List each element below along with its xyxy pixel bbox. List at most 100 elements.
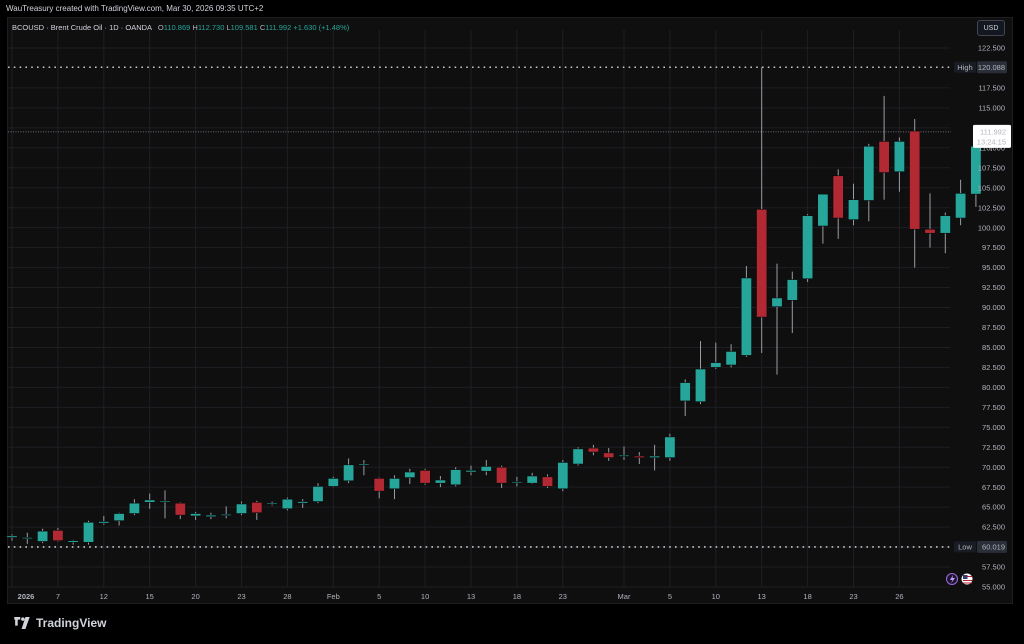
candle-body-up xyxy=(190,513,202,517)
x-tick-label: 10 xyxy=(421,592,429,601)
candle[interactable] xyxy=(373,477,385,499)
candle[interactable] xyxy=(878,95,890,200)
candle[interactable] xyxy=(220,506,232,519)
candle[interactable] xyxy=(970,143,982,207)
brand[interactable]: TradingView xyxy=(14,616,106,630)
candle[interactable] xyxy=(740,265,752,358)
candle[interactable] xyxy=(343,458,355,484)
candle[interactable] xyxy=(37,528,49,544)
candle[interactable] xyxy=(557,460,569,492)
candle[interactable] xyxy=(144,493,156,509)
candle-body-up xyxy=(955,193,967,219)
candle[interactable] xyxy=(618,446,630,461)
x-tick-label: 5 xyxy=(668,592,672,601)
candle[interactable] xyxy=(694,341,706,405)
y-tick-label: 87.500 xyxy=(982,323,1005,332)
candle[interactable] xyxy=(159,490,171,519)
candle[interactable] xyxy=(587,444,599,456)
candle[interactable] xyxy=(863,143,875,222)
candle-body-up xyxy=(649,455,661,458)
candle[interactable] xyxy=(832,169,844,239)
candle[interactable] xyxy=(205,512,217,520)
price-chart[interactable]: 55.00057.50060.00062.50065.00067.50070.0… xyxy=(0,0,1024,604)
candle[interactable] xyxy=(174,502,186,520)
y-tick-label: 102.500 xyxy=(978,203,1005,212)
y-tick-label: 67.500 xyxy=(982,483,1005,492)
candle-body-up xyxy=(817,193,829,227)
x-tick-label: 12 xyxy=(100,592,108,601)
candle[interactable] xyxy=(281,497,293,511)
candle[interactable] xyxy=(572,447,584,466)
candle[interactable] xyxy=(511,476,523,487)
y-tick-label: 95.000 xyxy=(982,263,1005,272)
x-tick-label: Mar xyxy=(618,592,631,601)
candle[interactable] xyxy=(649,444,661,471)
x-tick-label: 23 xyxy=(849,592,857,601)
candle[interactable] xyxy=(817,193,829,244)
candle[interactable] xyxy=(679,379,691,417)
candle[interactable] xyxy=(419,468,431,485)
x-tick-label: 20 xyxy=(191,592,199,601)
candle-body-up xyxy=(343,464,355,482)
candle[interactable] xyxy=(771,263,783,375)
low-marker-tag-label: Low xyxy=(958,543,972,552)
candle[interactable] xyxy=(190,511,202,520)
candle[interactable] xyxy=(603,448,615,461)
candle[interactable] xyxy=(6,534,18,541)
candle-body-down xyxy=(174,502,186,516)
x-tick-label: 13 xyxy=(758,592,766,601)
candle[interactable] xyxy=(266,501,278,506)
candle[interactable] xyxy=(327,476,339,488)
candle-body-up xyxy=(6,535,18,538)
candle[interactable] xyxy=(756,67,768,354)
y-tick-label: 97.500 xyxy=(982,243,1005,252)
candle[interactable] xyxy=(786,271,798,334)
candle[interactable] xyxy=(21,532,33,544)
candle[interactable] xyxy=(450,467,462,487)
y-tick-label: 90.000 xyxy=(982,303,1005,312)
candle[interactable] xyxy=(434,476,446,488)
candle[interactable] xyxy=(893,137,905,192)
candle-body-up xyxy=(450,469,462,486)
candle[interactable] xyxy=(251,500,263,520)
candle-body-up xyxy=(83,522,95,543)
y-tick-label: 107.500 xyxy=(978,163,1005,172)
countdown-value: 13:24:15 xyxy=(977,137,1006,146)
candle-body-up xyxy=(710,362,722,368)
candle[interactable] xyxy=(939,212,951,254)
candle[interactable] xyxy=(98,515,110,525)
candle[interactable] xyxy=(404,468,416,484)
candle[interactable] xyxy=(526,472,538,484)
us-flag-stripe xyxy=(963,582,972,584)
chart-frame: WauTreasury created with TradingView.com… xyxy=(0,0,1024,644)
candle[interactable] xyxy=(802,214,814,282)
candle[interactable] xyxy=(496,465,508,488)
candle[interactable] xyxy=(664,433,676,461)
candle[interactable] xyxy=(847,183,859,226)
candle-body-up xyxy=(128,502,140,514)
ohlc-legend: BCOUSD · Brent Crude Oil · 1D · OANDA O1… xyxy=(12,22,349,34)
candle-body-down xyxy=(541,476,553,487)
candle-body-up xyxy=(557,462,569,490)
candle[interactable] xyxy=(633,452,645,465)
candle[interactable] xyxy=(480,460,492,476)
candle[interactable] xyxy=(909,119,921,268)
candle[interactable] xyxy=(924,193,936,248)
candle[interactable] xyxy=(955,179,967,226)
y-tick-label: 122.500 xyxy=(978,44,1005,53)
candle[interactable] xyxy=(541,474,553,488)
x-tick-label: 15 xyxy=(146,592,154,601)
candle[interactable] xyxy=(236,501,248,516)
candle[interactable] xyxy=(128,499,140,516)
candle[interactable] xyxy=(710,342,722,369)
candle[interactable] xyxy=(67,539,79,545)
tradingview-logo-icon xyxy=(14,617,30,629)
candle[interactable] xyxy=(388,475,400,500)
candle[interactable] xyxy=(113,512,125,526)
currency-button[interactable]: USD xyxy=(977,20,1005,36)
candle[interactable] xyxy=(83,520,95,545)
candle[interactable] xyxy=(312,483,324,504)
candle[interactable] xyxy=(52,527,64,542)
candle[interactable] xyxy=(297,499,309,508)
candle-body-up xyxy=(266,502,278,505)
